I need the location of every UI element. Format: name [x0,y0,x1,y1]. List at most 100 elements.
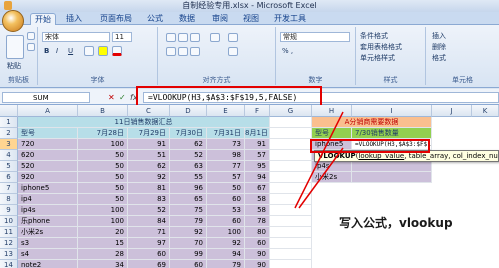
left-table-header[interactable]: 7月31日 [207,128,245,139]
table-cell[interactable]: 100 [78,216,128,227]
tab-data[interactable]: 数据 [176,13,198,25]
fill-color-icon[interactable] [98,46,108,56]
table-cell[interactable]: 920 [18,172,78,183]
paste-icon[interactable] [6,35,24,59]
table-cell[interactable]: 60 [128,249,170,260]
row-header[interactable]: 9 [0,205,18,216]
table-cell[interactable]: 50 [78,172,128,183]
table-cell[interactable]: 90 [245,260,270,268]
align-center-icon[interactable] [178,47,188,56]
table-cell[interactable]: 50 [207,183,245,194]
align-bottom-icon[interactable] [190,33,200,42]
row-header[interactable]: 8 [0,194,18,205]
table-cell[interactable]: 60 [207,216,245,227]
row-header[interactable]: 4 [0,150,18,161]
merge-center-icon[interactable] [228,47,238,56]
table-cell[interactable]: 79 [207,260,245,268]
align-left-icon[interactable] [166,47,176,56]
row-header[interactable]: 14 [0,260,18,268]
bold-button[interactable]: B [44,47,49,55]
table-cell[interactable]: 34 [78,260,128,268]
conditional-format-button[interactable]: 条件格式 [360,31,388,41]
table-cell[interactable]: 91 [128,139,170,150]
tab-formulas[interactable]: 公式 [144,13,166,25]
col-header-d[interactable]: D [170,105,207,117]
tab-review[interactable]: 审阅 [209,13,231,25]
insert-cells-button[interactable]: 插入 [432,31,446,41]
table-cell[interactable]: 60 [170,260,207,268]
table-cell[interactable]: note2 [18,260,78,268]
table-cell[interactable]: 92 [170,227,207,238]
table-cell[interactable]: 83 [128,194,170,205]
font-color-icon[interactable] [112,46,122,56]
table-cell[interactable]: 92 [128,172,170,183]
table-cell[interactable]: 99 [170,249,207,260]
delete-cells-button[interactable]: 删除 [432,42,446,52]
table-cell[interactable]: 77 [207,161,245,172]
table-cell[interactable]: 53 [207,205,245,216]
table-cell[interactable]: 51 [128,150,170,161]
row-header[interactable]: 12 [0,238,18,249]
row-header[interactable]: 1 [0,117,18,128]
font-name-combo[interactable]: 宋体 [42,32,110,42]
table-cell[interactable]: 小米2s [18,227,78,238]
table-cell[interactable]: 100 [207,227,245,238]
table-cell[interactable]: 50 [78,161,128,172]
wrap-text-icon[interactable] [228,33,238,42]
table-cell[interactable]: 71 [128,227,170,238]
table-cell[interactable]: 52 [170,150,207,161]
col-header-e[interactable]: E [207,105,245,117]
table-cell[interactable]: 57 [207,172,245,183]
table-cell[interactable]: 98 [207,150,245,161]
align-right-icon[interactable] [190,47,200,56]
table-cell[interactable]: 79 [170,216,207,227]
row-header[interactable]: 11 [0,227,18,238]
tab-page-layout[interactable]: 页面布局 [96,13,136,25]
table-cell[interactable]: 52 [128,205,170,216]
underline-button[interactable]: U [68,47,73,55]
table-cell[interactable]: 90 [245,249,270,260]
col-header-b[interactable]: B [78,105,128,117]
office-button[interactable] [2,10,24,32]
left-table-title[interactable]: 11日销售数据汇总 [18,117,270,128]
number-format-combo[interactable]: 常规 [280,32,350,42]
table-cell[interactable]: 620 [18,150,78,161]
spreadsheet-grid[interactable]: A B C D E F G H I J K 1 2 3 4 5 6 7 8 9 10 11 12 13 1… [0,105,499,268]
col-header-i[interactable]: I [352,105,432,117]
table-cell[interactable]: 84 [128,216,170,227]
table-cell[interactable]: 62 [128,161,170,172]
row-header[interactable]: 13 [0,249,18,260]
left-table-header[interactable]: 7月30日 [170,128,207,139]
orientation-icon[interactable] [210,33,220,42]
table-cell[interactable]: 520 [18,161,78,172]
table-cell[interactable]: ip4 [18,194,78,205]
table-cell[interactable]: 100 [78,205,128,216]
format-as-table-button[interactable]: 套用表格格式 [360,42,402,52]
table-cell[interactable]: 15 [78,238,128,249]
table-cell[interactable]: 20 [78,227,128,238]
row-header[interactable]: 5 [0,161,18,172]
table-cell[interactable]: 100 [78,139,128,150]
left-table-header[interactable]: 7月28日 [78,128,128,139]
table-cell[interactable]: iphone5 [18,183,78,194]
table-cell[interactable]: 50 [78,194,128,205]
right-table-value-cell[interactable] [352,172,432,183]
row-header[interactable]: 3 [0,139,18,150]
table-cell[interactable]: 28 [78,249,128,260]
table-cell[interactable]: 70 [170,238,207,249]
table-cell[interactable]: 75 [170,205,207,216]
table-cell[interactable]: ip4s [18,205,78,216]
border-icon[interactable] [84,46,94,56]
table-cell[interactable]: 50 [78,150,128,161]
percent-comma-buttons[interactable]: % , [282,47,293,55]
cancel-icon[interactable]: ✕ [108,92,115,103]
table-cell[interactable]: 60 [207,194,245,205]
table-cell[interactable]: s3 [18,238,78,249]
col-header-c[interactable]: C [128,105,170,117]
cut-icon[interactable] [27,32,35,40]
table-cell[interactable]: 81 [128,183,170,194]
table-cell[interactable]: 乐phone [18,216,78,227]
col-header-j[interactable]: J [432,105,472,117]
empty-cell[interactable] [270,260,312,268]
empty-cell[interactable] [270,238,312,249]
